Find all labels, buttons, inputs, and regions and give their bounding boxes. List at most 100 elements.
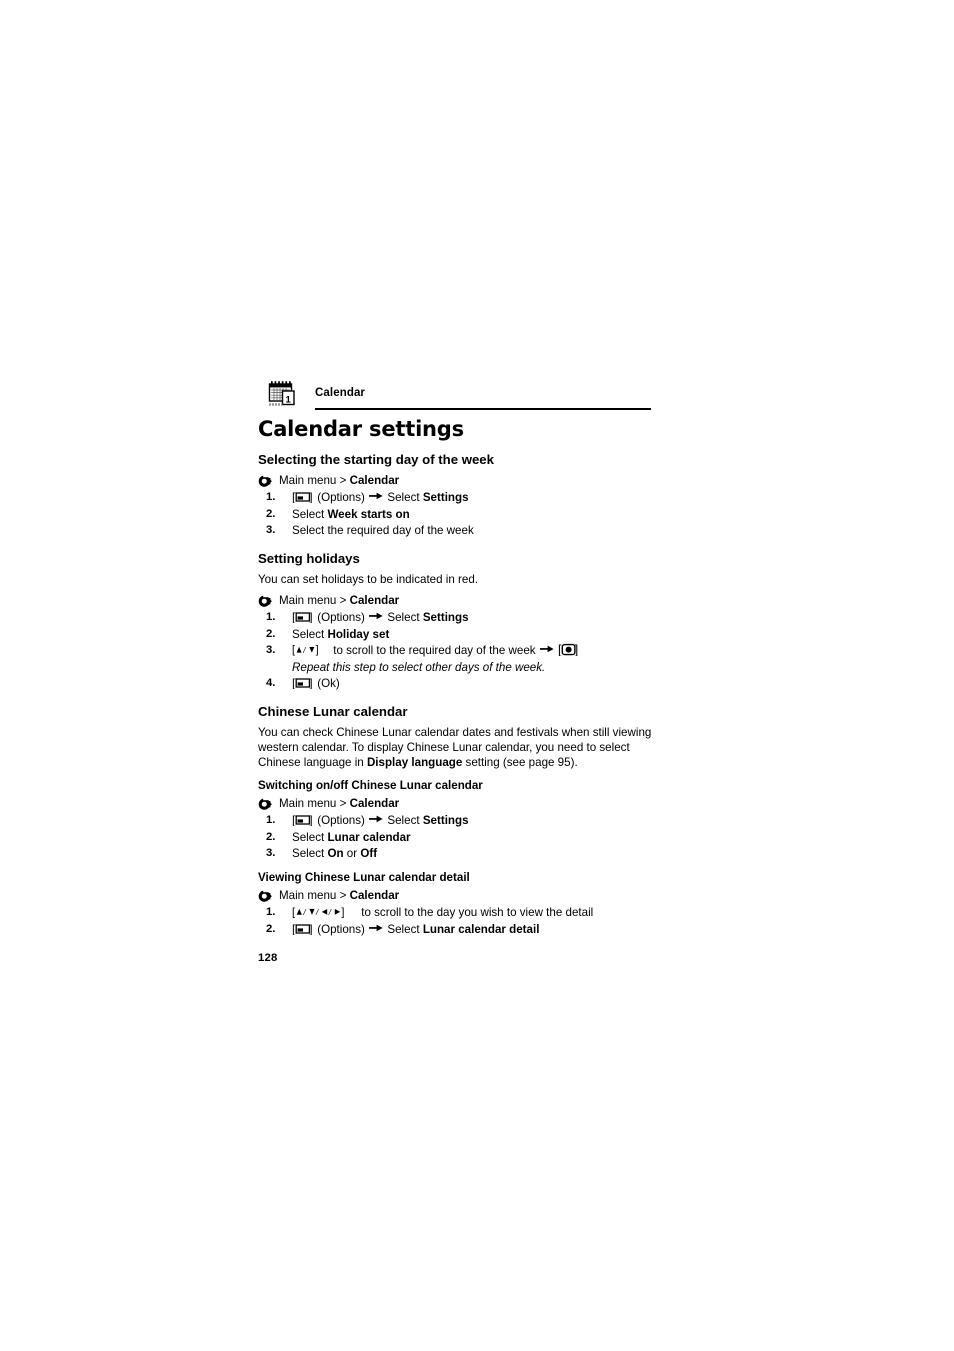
curved-arrow-bullet-icon [258,798,272,811]
section-intro: You can set holidays to be indicated in … [258,572,479,586]
right-arrow-icon [369,814,383,824]
left-softkey-icon [292,677,314,689]
subsection-heading: Viewing Chinese Lunar calendar detail [258,870,470,884]
page-number: 128 [258,952,278,964]
calendar-icon [268,380,298,408]
right-arrow-icon [369,923,383,933]
list-item: 3. to scroll to the required day of the … [258,643,658,659]
step-text: (Options) [314,922,369,936]
nav-four-way-key-icon [292,905,358,918]
right-arrow-icon [369,491,383,501]
menu-path-target: Calendar [349,593,400,607]
section-setting-holidays: Setting holidays You can set holidays to… [258,551,658,692]
list-item: 2. (Options) Select Lunar calendar detai… [258,922,658,938]
curved-arrow-bullet-icon [258,890,272,903]
menu-path-prefix: Main menu > [279,888,350,902]
nav-up-down-key-icon [292,643,330,656]
step-text-2: Select [387,922,423,936]
menu-path: Main menu > Calendar [258,888,658,904]
step-number: 3. [266,644,276,657]
curved-arrow-bullet-icon [258,595,272,608]
step-note: Repeat this step to select other days of… [292,660,546,674]
menu-path: Main menu > Calendar [258,796,658,812]
left-softkey-icon [292,923,314,935]
step-number: 2. [266,627,276,640]
list-item: 1. to scroll to the day you wish to view… [258,905,658,921]
list-item: 1. (Options) Select Settings [258,610,658,626]
running-header: Calendar [258,378,658,412]
step-number: 1. [266,906,276,919]
section-intro: You can check Chinese Lunar calendar dat… [258,725,658,770]
step-number: 2. [266,507,276,520]
menu-path-target: Calendar [349,796,400,810]
intro-emphasis: Display language [366,755,463,769]
step-text: Select [292,830,328,844]
step-list: 1. (Options) Select Settings 2. Select We… [258,490,658,539]
menu-path-prefix: Main menu > [279,796,350,810]
intro-part-b: setting (see page 95). [462,755,578,769]
step-emphasis: On [327,847,344,861]
step-text: (Options) [314,611,369,625]
step-number: 1. [266,611,276,624]
step-text: (Options) [314,814,369,828]
step-text: Select [292,627,328,641]
list-item: 1. (Options) Select Settings [258,490,658,506]
step-text: (Options) [314,491,369,505]
center-ok-key-icon [558,643,580,656]
left-softkey-icon [292,611,314,623]
menu-path: Main menu > Calendar [258,473,658,489]
step-text-2: Select [387,611,423,625]
step-list: 1. (Options) Select Settings 2. Select Ho… [258,610,658,692]
menu-path-prefix: Main menu > [279,473,350,487]
step-emphasis: Settings [422,814,469,828]
step-number: 3. [266,524,276,537]
section-heading: Setting holidays [258,550,360,566]
left-softkey-icon [292,814,314,826]
step-text: Select [292,847,328,861]
step-number: 1. [266,491,276,504]
step-emphasis: Lunar calendar detail [422,922,540,936]
step-emphasis: Settings [422,611,469,625]
subsection-viewing-lunar-detail: Viewing Chinese Lunar calendar detail Ma… [258,871,658,937]
step-text: to scroll to the required day of the wee… [330,644,539,658]
step-list: 1. to scroll to the day you wish to view… [258,905,658,937]
step-number: 2. [266,922,276,935]
section-chinese-lunar-calendar: Chinese Lunar calendar You can check Chi… [258,704,658,770]
step-text: (Ok) [314,677,340,691]
step-emphasis: Holiday set [327,627,390,641]
step-emphasis: Week starts on [327,507,410,521]
step-list: 1. (Options) Select Settings 2. Select Lu… [258,813,658,862]
step-text: Select [292,507,328,521]
curved-arrow-bullet-icon [258,475,272,488]
step-emphasis-2: Off [360,847,378,861]
step-text-2: Select [387,491,423,505]
menu-path-target: Calendar [349,888,400,902]
step-emphasis: Settings [422,491,469,505]
menu-path-prefix: Main menu > [279,593,350,607]
section-heading: Selecting the starting day of the week [258,452,494,468]
subsection-switching-lunar-calendar: Switching on/off Chinese Lunar calendar … [258,779,658,862]
page-title: Calendar settings [258,417,464,441]
list-item: 4. (Ok) [258,676,658,692]
right-arrow-icon [369,611,383,621]
step-number: 2. [266,830,276,843]
subsection-heading: Switching on/off Chinese Lunar calendar [258,778,483,792]
step-emphasis: Lunar calendar [327,830,411,844]
list-item: 3. Select On or Off [258,846,658,862]
list-item: 2. Select Lunar calendar [258,830,658,846]
section-heading: Chinese Lunar calendar [258,703,408,719]
step-text: Select the required day of the week [292,524,474,538]
list-item: 3. Select the required day of the week [258,523,658,539]
step-number: 1. [266,814,276,827]
step-text-2: or [343,847,361,861]
left-softkey-icon [292,491,314,503]
right-arrow-icon [540,644,554,654]
chapter-label: Calendar [315,387,366,399]
list-item: 2. Select Holiday set [258,627,658,643]
menu-path-target: Calendar [349,473,400,487]
step-number: 4. [266,677,276,690]
header-rule [315,408,651,410]
list-item: 1. (Options) Select Settings [258,813,658,829]
section-selecting-start-day: Selecting the starting day of the week M… [258,452,658,539]
step-text: to scroll to the day you wish to view th… [358,906,594,920]
